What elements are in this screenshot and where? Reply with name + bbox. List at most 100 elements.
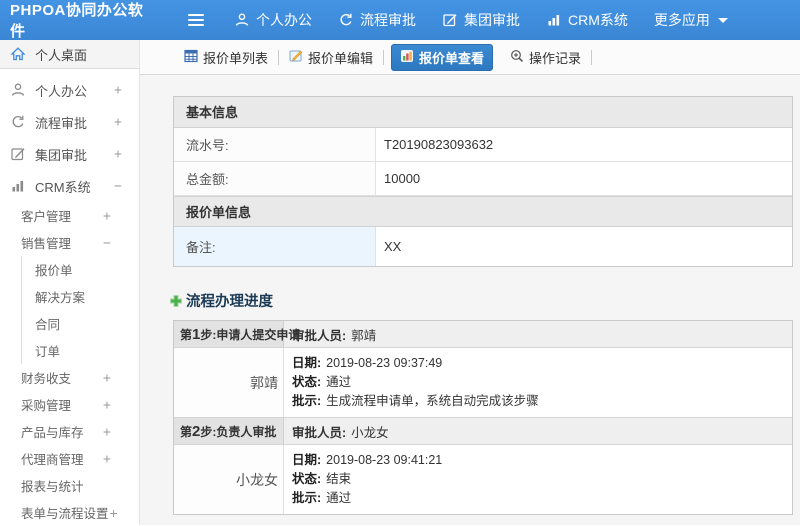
content-area: 基本信息 流水号: T20190823093632 总金额: 10000 报价单… xyxy=(140,75,800,525)
sidebar-item-solution[interactable]: 解决方案 xyxy=(22,283,139,310)
sidebar-item-label: 个人办公 xyxy=(35,83,88,99)
sidebar-item-personal-office[interactable]: 个人办公 + xyxy=(0,74,139,106)
step2-detail-lines: 日期: 2019-08-23 09:41:21 状态: 结束 批示: 通过 xyxy=(284,445,792,514)
step-prefix: 第 xyxy=(180,327,193,342)
progress-title-text: 流程办理进度 xyxy=(186,294,273,310)
comment-label: 批示: xyxy=(292,491,322,505)
tab-operation-log[interactable]: 操作记录 xyxy=(500,48,591,67)
detail-line-status: 状态: 结束 xyxy=(292,470,784,489)
nav-label: 个人办公 xyxy=(256,12,312,28)
sidebar-item-label: 流程审批 xyxy=(35,115,88,131)
tab-label: 报价单编辑 xyxy=(308,50,374,66)
form-row-serial-number: 流水号: T20190823093632 xyxy=(174,128,792,162)
edit-doc-icon xyxy=(289,49,303,66)
expand-icon[interactable]: + xyxy=(103,423,111,439)
sidebar-item-label: 客户管理 xyxy=(21,210,72,224)
section-header-quotation-info: 报价单信息 xyxy=(174,196,792,227)
nav-workflow-approval[interactable]: 流程审批 xyxy=(338,10,416,30)
expand-icon[interactable]: + xyxy=(103,396,111,412)
sidebar-item-label: 个人桌面 xyxy=(35,47,88,63)
approver-name: 郭靖 xyxy=(351,328,377,343)
sidebar-item-label: 采购管理 xyxy=(21,399,72,413)
collapse-icon[interactable]: − xyxy=(103,234,111,250)
field-label: 总金额: xyxy=(174,162,376,195)
sidebar-item-label: CRM系统 xyxy=(35,179,91,195)
sidebar-item-product-inventory[interactable]: 产品与库存 + xyxy=(0,418,139,445)
expand-icon[interactable]: + xyxy=(114,114,122,130)
tab-label: 报价单查看 xyxy=(419,50,485,66)
expand-icon[interactable]: + xyxy=(114,82,122,98)
expand-icon[interactable]: + xyxy=(103,450,111,466)
sidebar-item-label: 解决方案 xyxy=(35,291,86,305)
sidebar-item-label: 代理商管理 xyxy=(21,453,84,467)
form-row-total-amount: 总金额: 10000 xyxy=(174,162,792,196)
sidebar-item-customer-mgmt[interactable]: 客户管理 + xyxy=(0,202,139,229)
sidebar-item-workflow-approval[interactable]: 流程审批 + xyxy=(0,106,139,138)
tab-quotation-edit[interactable]: 报价单编辑 xyxy=(279,48,383,67)
tab-quotation-list[interactable]: 报价单列表 xyxy=(174,48,278,67)
section-header-basic-info: 基本信息 xyxy=(174,97,792,128)
sidebar-item-label: 产品与库存 xyxy=(21,426,84,440)
status-label: 状态: xyxy=(292,375,322,389)
detail-line-comment: 批示: 通过 xyxy=(292,489,784,508)
expand-icon[interactable]: + xyxy=(114,146,122,162)
top-nav: 个人办公 流程审批 集团审批 CRM系统 更多应用 xyxy=(234,10,754,30)
hamburger-menu-icon[interactable] xyxy=(188,11,206,29)
sidebar-item-desktop[interactable]: 个人桌面 xyxy=(0,40,139,69)
tab-label: 报价单列表 xyxy=(203,50,269,66)
expand-icon[interactable]: + xyxy=(103,207,111,223)
detail-line-date: 日期: 2019-08-23 09:41:21 xyxy=(292,451,784,470)
tab-separator xyxy=(383,49,385,65)
progress-section-title: 流程办理进度 xyxy=(169,290,800,311)
nav-crm[interactable]: CRM系统 xyxy=(546,10,628,30)
home-icon xyxy=(10,46,26,62)
sidebar-item-group-approval[interactable]: 集团审批 + xyxy=(0,138,139,170)
step1-title: 第 1 步:申请人提交申请 xyxy=(174,321,300,347)
sidebar-item-form-workflow-settings[interactable]: 表单与流程设置 + xyxy=(0,499,139,526)
sidebar-item-contract[interactable]: 合同 xyxy=(22,310,139,337)
collapse-icon[interactable]: − xyxy=(114,178,122,194)
sales-submenu: 报价单 解决方案 合同 订单 xyxy=(21,256,139,364)
detail-line-status: 状态: 通过 xyxy=(292,373,784,392)
status-value: 通过 xyxy=(326,375,352,389)
bar-chart-icon xyxy=(10,178,26,194)
nav-label: 流程审批 xyxy=(360,12,416,28)
nav-label: 更多应用 xyxy=(653,12,710,28)
nav-more-apps[interactable]: 更多应用 xyxy=(654,10,728,30)
comment-value: 生成流程申请单，系统自动完成该步骤 xyxy=(326,394,539,408)
expand-icon[interactable]: + xyxy=(110,505,118,521)
plus-icon xyxy=(169,294,183,308)
app-logo: PHPOA协同办公软件 xyxy=(10,2,144,40)
sidebar-item-label: 报表与统计 xyxy=(21,480,84,494)
sidebar-item-quotation[interactable]: 报价单 xyxy=(22,256,139,283)
step1-detail-lines: 日期: 2019-08-23 09:37:49 状态: 通过 批示: 生成流程申请单，… xyxy=(284,348,792,417)
sidebar-item-sales-mgmt[interactable]: 销售管理 − xyxy=(0,229,139,256)
caret-down-icon xyxy=(717,17,728,23)
step-number: 2 xyxy=(192,422,201,440)
sidebar-item-crm[interactable]: CRM系统 − xyxy=(0,170,139,202)
date-label: 日期: xyxy=(292,356,322,370)
tab-bar: 报价单列表 报价单编辑 报价单查看 操作记录 xyxy=(140,40,800,75)
table-list-icon xyxy=(184,49,198,66)
nav-label: CRM系统 xyxy=(568,12,628,28)
field-value: T20190823093632 xyxy=(384,137,494,152)
progress-table: 第 1 步:申请人提交申请 审批人员: 郭靖 郭靖 日期: 2019-08-23 09… xyxy=(173,320,793,515)
sidebar-item-finance[interactable]: 财务收支 + xyxy=(0,364,139,391)
field-label: 流水号: xyxy=(174,128,376,161)
sidebar-item-purchase[interactable]: 采购管理 + xyxy=(0,391,139,418)
sidebar-item-label: 财务收支 xyxy=(21,372,72,386)
nav-group-approval[interactable]: 集团审批 xyxy=(442,10,520,30)
step1-header-row: 第 1 步:申请人提交申请 审批人员: 郭靖 xyxy=(174,321,792,348)
date-label: 日期: xyxy=(292,453,322,467)
tab-quotation-view[interactable]: 报价单查看 xyxy=(391,43,494,71)
step1-detail-row: 郭靖 日期: 2019-08-23 09:37:49 状态: 通过 批示: 生成流程申… xyxy=(174,348,792,418)
sidebar-item-label: 订单 xyxy=(35,345,61,359)
sidebar-item-order[interactable]: 订单 xyxy=(22,337,139,364)
sidebar-item-agent-mgmt[interactable]: 代理商管理 + xyxy=(0,445,139,472)
expand-icon[interactable]: + xyxy=(103,369,111,385)
step-suffix: 步:负责人审批 xyxy=(200,424,277,439)
nav-personal-office[interactable]: 个人办公 xyxy=(234,10,312,30)
sidebar-item-reports[interactable]: 报表与统计 xyxy=(0,472,139,499)
step-prefix: 第 xyxy=(180,424,193,439)
bar-chart-icon xyxy=(546,12,562,28)
